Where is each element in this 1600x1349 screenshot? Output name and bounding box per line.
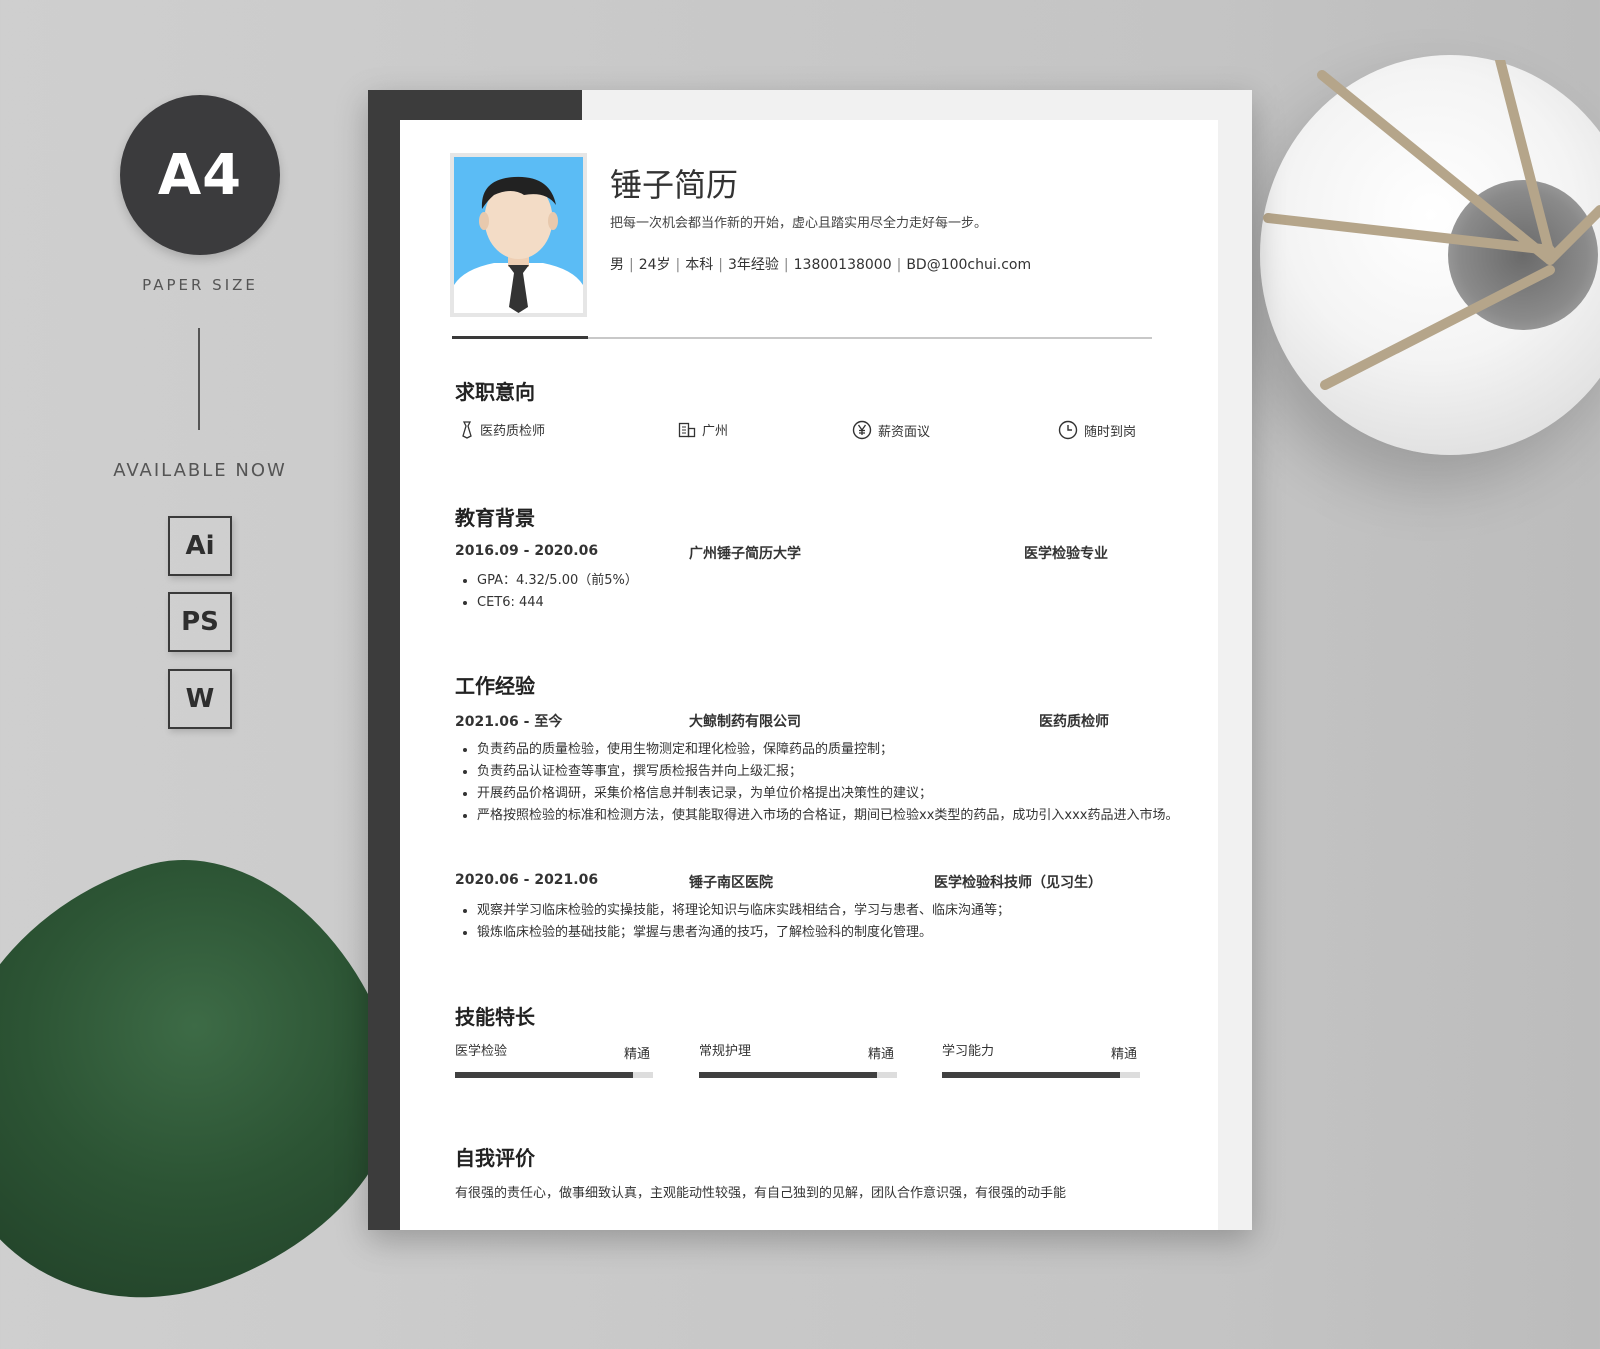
- skill-level: 精通: [868, 1047, 895, 1062]
- list-item: 负责药品的质量检验，使用生物测定和理化检验，保障药品的质量控制；: [477, 739, 1197, 761]
- phone: 13800138000: [793, 257, 892, 273]
- job-period: 2021.06 - 至今: [455, 714, 563, 730]
- job-role: 医学检验科技师（见习生）: [934, 875, 1102, 891]
- list-item: GPA：4.32/5.00（前5%）: [477, 570, 638, 592]
- format-word-badge: W: [168, 669, 232, 729]
- format-ps-badge: PS: [168, 592, 232, 652]
- list-item: 观察并学习临床检验的实操技能，将理论知识与临床实践相结合，学习与患者、临床沟通等…: [477, 900, 1197, 922]
- profile-photo: [450, 153, 587, 317]
- intention-availability: 随时到岗: [1058, 420, 1136, 440]
- job-company: 锤子南区医院: [689, 875, 773, 891]
- skill-label: 医学检验: [455, 1044, 508, 1059]
- format-ai-badge: Ai: [168, 516, 232, 576]
- personal-info: 男 | 24岁 | 本科 | 3年经验 | 13800138000 | BD@100chui.com: [610, 257, 1032, 273]
- resume-motto: 把每一次机会都当作新的开始，虚心且踏实用尽全力走好每一步。: [610, 216, 988, 231]
- section-title-self-evaluation: 自我评价: [455, 1146, 535, 1170]
- paper-size-label: PAPER SIZE: [142, 276, 258, 294]
- section-title-skills: 技能特长: [455, 1005, 535, 1029]
- building-icon: [678, 422, 696, 437]
- email: BD@100chui.com: [906, 257, 1032, 273]
- reed-sticks-decoration: [1263, 60, 1600, 390]
- list-item: 开展药品价格调研，采集价格信息并制表记录，为单位价格提出决策性的建议；: [477, 783, 1197, 805]
- skill-bar: [699, 1072, 897, 1078]
- intention-salary: 薪资面议: [852, 420, 930, 440]
- list-item: CET6: 444: [477, 592, 638, 614]
- available-now-label: AVAILABLE NOW: [113, 460, 287, 481]
- skill-bar: [455, 1072, 653, 1078]
- skill-level: 精通: [1111, 1047, 1138, 1062]
- skill-level: 精通: [624, 1047, 651, 1062]
- job-period: 2020.06 - 2021.06: [455, 872, 599, 888]
- tie-icon: [462, 420, 472, 439]
- section-title-work: 工作经验: [455, 674, 535, 698]
- skill-label: 常规护理: [699, 1044, 752, 1059]
- yen-icon: [852, 420, 872, 440]
- education-school: 广州锤子简历大学: [689, 546, 801, 562]
- education-major: 医学检验专业: [1024, 546, 1108, 562]
- avatar-illustration: [454, 157, 583, 313]
- experience-years: 3年经验: [727, 257, 779, 273]
- intention-position-text: 医药质检师: [480, 424, 546, 439]
- intention-position: 医药质检师: [460, 420, 545, 439]
- skill-bar: [942, 1072, 1140, 1078]
- gender: 男: [610, 257, 624, 273]
- intention-city-text: 广州: [702, 424, 729, 439]
- intention-availability-text: 随时到岗: [1084, 424, 1137, 440]
- job-company: 大鲸制药有限公司: [689, 714, 801, 730]
- badge-text: A4: [157, 142, 243, 208]
- skill-bar-fill: [699, 1072, 878, 1078]
- paper-size-badge: A4: [120, 95, 280, 255]
- list-item: 锻炼临床检验的基础技能；掌握与患者沟通的技巧，了解检验科的制度化管理。: [477, 922, 1197, 944]
- list-item: 严格按照检验的标准和检测方法，使其能取得进入市场的合格证，期间已检验xx类型的药…: [477, 805, 1197, 827]
- list-item: 负责药品认证检查等事宜，撰写质检报告并向上级汇报；: [477, 761, 1197, 783]
- divider-line: [198, 328, 200, 430]
- skill-label: 学习能力: [942, 1044, 995, 1059]
- resume-name: 锤子简历: [610, 166, 739, 204]
- header-divider-accent: [452, 336, 588, 339]
- job-role: 医药质检师: [1039, 714, 1109, 730]
- skill-bar-fill: [942, 1072, 1121, 1078]
- job-duties: 负责药品的质量检验，使用生物测定和理化检验，保障药品的质量控制； 负责药品认证检…: [455, 739, 1197, 827]
- intention-city: 广州: [678, 420, 728, 439]
- skill-bar-fill: [455, 1072, 634, 1078]
- intention-salary-text: 薪资面议: [878, 424, 931, 440]
- section-title-intention: 求职意向: [455, 380, 535, 404]
- education-details: GPA：4.32/5.00（前5%） CET6: 444: [455, 570, 638, 614]
- section-title-education: 教育背景: [455, 506, 535, 530]
- self-evaluation-text: 有很强的责任心，做事细致认真，主观能动性较强，有自己独到的见解，团队合作意识强，…: [455, 1186, 1067, 1201]
- education-period: 2016.09 - 2020.06: [455, 543, 599, 559]
- clock-icon: [1058, 420, 1078, 440]
- job-duties: 观察并学习临床检验的实操技能，将理论知识与临床实践相结合，学习与患者、临床沟通等…: [455, 900, 1197, 944]
- age: 24岁: [638, 257, 671, 273]
- degree: 本科: [685, 257, 714, 273]
